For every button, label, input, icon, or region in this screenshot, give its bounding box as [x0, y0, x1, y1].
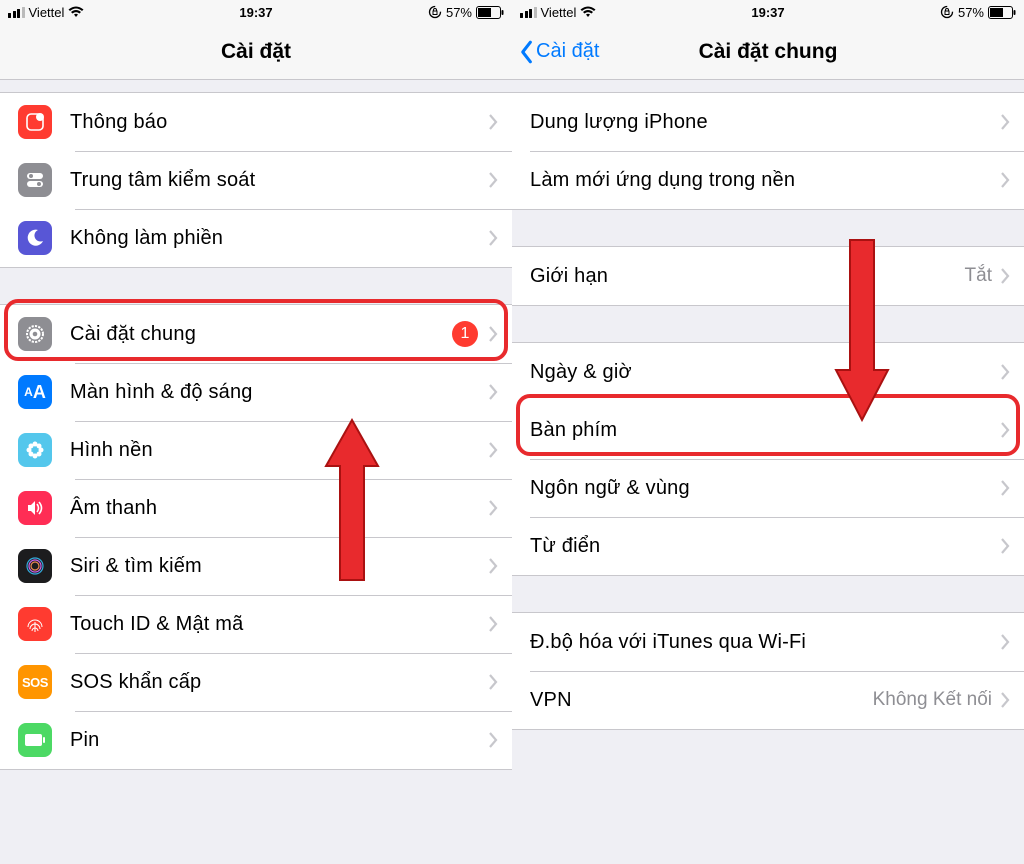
chevron-right-icon: [1000, 480, 1010, 496]
row-sounds[interactable]: Âm thanh: [0, 479, 512, 537]
sos-icon: SOS: [18, 665, 52, 699]
row-notifications[interactable]: Thông báo: [0, 93, 512, 151]
battery-icon: [988, 6, 1016, 19]
row-value: Không Kết nối: [873, 689, 992, 711]
row-iphone-storage[interactable]: Dung lượng iPhone: [512, 93, 1024, 151]
chevron-right-icon: [488, 732, 498, 748]
wifi-icon: [580, 6, 596, 18]
row-label: Không làm phiền: [70, 227, 488, 250]
battery-percent: 57%: [958, 5, 984, 20]
back-label: Cài đặt: [536, 40, 599, 63]
flower-icon: [18, 433, 52, 467]
chevron-right-icon: [488, 442, 498, 458]
screen-settings: Viettel 19:37 57% Cài đặt Thông báo Trun…: [0, 0, 512, 864]
clock: 19:37: [239, 5, 272, 20]
general-list[interactable]: Dung lượng iPhone Làm mới ứng dụng trong…: [512, 80, 1024, 864]
chevron-right-icon: [488, 616, 498, 632]
status-bar: Viettel 19:37 57%: [0, 0, 512, 24]
row-label: Ngày & giờ: [530, 361, 1000, 384]
row-date-time[interactable]: Ngày & giờ: [512, 343, 1024, 401]
row-label: Giới hạn: [530, 265, 965, 288]
row-label: Làm mới ứng dụng trong nền: [530, 169, 1000, 192]
chevron-right-icon: [488, 172, 498, 188]
highlight-annotation: [4, 299, 508, 361]
chevron-right-icon: [1000, 172, 1010, 188]
chevron-right-icon: [1000, 364, 1010, 380]
carrier-label: Viettel: [29, 5, 65, 20]
battery-row-icon: [18, 723, 52, 757]
row-wallpaper[interactable]: Hình nền: [0, 421, 512, 479]
back-button[interactable]: Cài đặt: [518, 40, 599, 64]
battery-percent: 57%: [446, 5, 472, 20]
row-control-center[interactable]: Trung tâm kiểm soát: [0, 151, 512, 209]
settings-list[interactable]: Thông báo Trung tâm kiểm soát Không làm …: [0, 80, 512, 864]
row-background-refresh[interactable]: Làm mới ứng dụng trong nền: [512, 151, 1024, 209]
row-restrictions[interactable]: Giới hạn Tắt: [512, 247, 1024, 305]
row-touchid[interactable]: Touch ID & Mật mã: [0, 595, 512, 653]
signal-bars-icon: [8, 7, 25, 18]
row-label: Từ điển: [530, 535, 1000, 558]
row-label: Đ.bộ hóa với iTunes qua Wi-Fi: [530, 631, 1000, 654]
row-label: Touch ID & Mật mã: [70, 613, 488, 636]
row-display[interactable]: AA Màn hình & độ sáng: [0, 363, 512, 421]
row-label: SOS khẩn cấp: [70, 671, 488, 694]
row-label: Pin: [70, 729, 488, 752]
row-label: VPN: [530, 689, 873, 712]
chevron-right-icon: [488, 558, 498, 574]
row-siri[interactable]: Siri & tìm kiếm: [0, 537, 512, 595]
nav-bar: Cài đặt: [0, 24, 512, 80]
highlight-annotation: [516, 394, 1020, 456]
chevron-right-icon: [488, 384, 498, 400]
chevron-right-icon: [1000, 634, 1010, 650]
chevron-right-icon: [1000, 114, 1010, 130]
row-battery[interactable]: Pin: [0, 711, 512, 769]
row-dictionary[interactable]: Từ điển: [512, 517, 1024, 575]
row-label: Siri & tìm kiếm: [70, 555, 488, 578]
notifications-icon: [18, 105, 52, 139]
battery-icon: [476, 6, 504, 19]
row-label: Trung tâm kiểm soát: [70, 169, 488, 192]
row-label: Dung lượng iPhone: [530, 111, 1000, 134]
row-dnd[interactable]: Không làm phiền: [0, 209, 512, 267]
row-value: Tắt: [965, 265, 992, 287]
siri-icon: [18, 549, 52, 583]
row-label: Màn hình & độ sáng: [70, 381, 488, 404]
speaker-icon: [18, 491, 52, 525]
fingerprint-icon: [18, 607, 52, 641]
chevron-right-icon: [1000, 538, 1010, 554]
text-size-icon: AA: [18, 375, 52, 409]
row-language-region[interactable]: Ngôn ngữ & vùng: [512, 459, 1024, 517]
row-label: Thông báo: [70, 111, 488, 134]
chevron-right-icon: [488, 230, 498, 246]
row-label: Ngôn ngữ & vùng: [530, 477, 1000, 500]
orientation-lock-icon: [940, 5, 954, 19]
row-label: Hình nền: [70, 439, 488, 462]
control-center-icon: [18, 163, 52, 197]
carrier-label: Viettel: [541, 5, 577, 20]
status-bar: Viettel 19:37 57%: [512, 0, 1024, 24]
row-label: Âm thanh: [70, 497, 488, 520]
nav-bar: Cài đặt Cài đặt chung: [512, 24, 1024, 80]
chevron-right-icon: [488, 674, 498, 690]
chevron-right-icon: [1000, 692, 1010, 708]
row-itunes-wifi-sync[interactable]: Đ.bộ hóa với iTunes qua Wi-Fi: [512, 613, 1024, 671]
chevron-right-icon: [488, 114, 498, 130]
row-sos[interactable]: SOS SOS khẩn cấp: [0, 653, 512, 711]
clock: 19:37: [751, 5, 784, 20]
row-vpn[interactable]: VPN Không Kết nối: [512, 671, 1024, 729]
page-title: Cài đặt: [221, 40, 291, 64]
chevron-right-icon: [488, 500, 498, 516]
signal-bars-icon: [520, 7, 537, 18]
screen-general: Viettel 19:37 57% Cài đặt Cài đặt chung …: [512, 0, 1024, 864]
wifi-icon: [68, 6, 84, 18]
orientation-lock-icon: [428, 5, 442, 19]
page-title: Cài đặt chung: [699, 40, 838, 64]
chevron-right-icon: [1000, 268, 1010, 284]
moon-icon: [18, 221, 52, 255]
